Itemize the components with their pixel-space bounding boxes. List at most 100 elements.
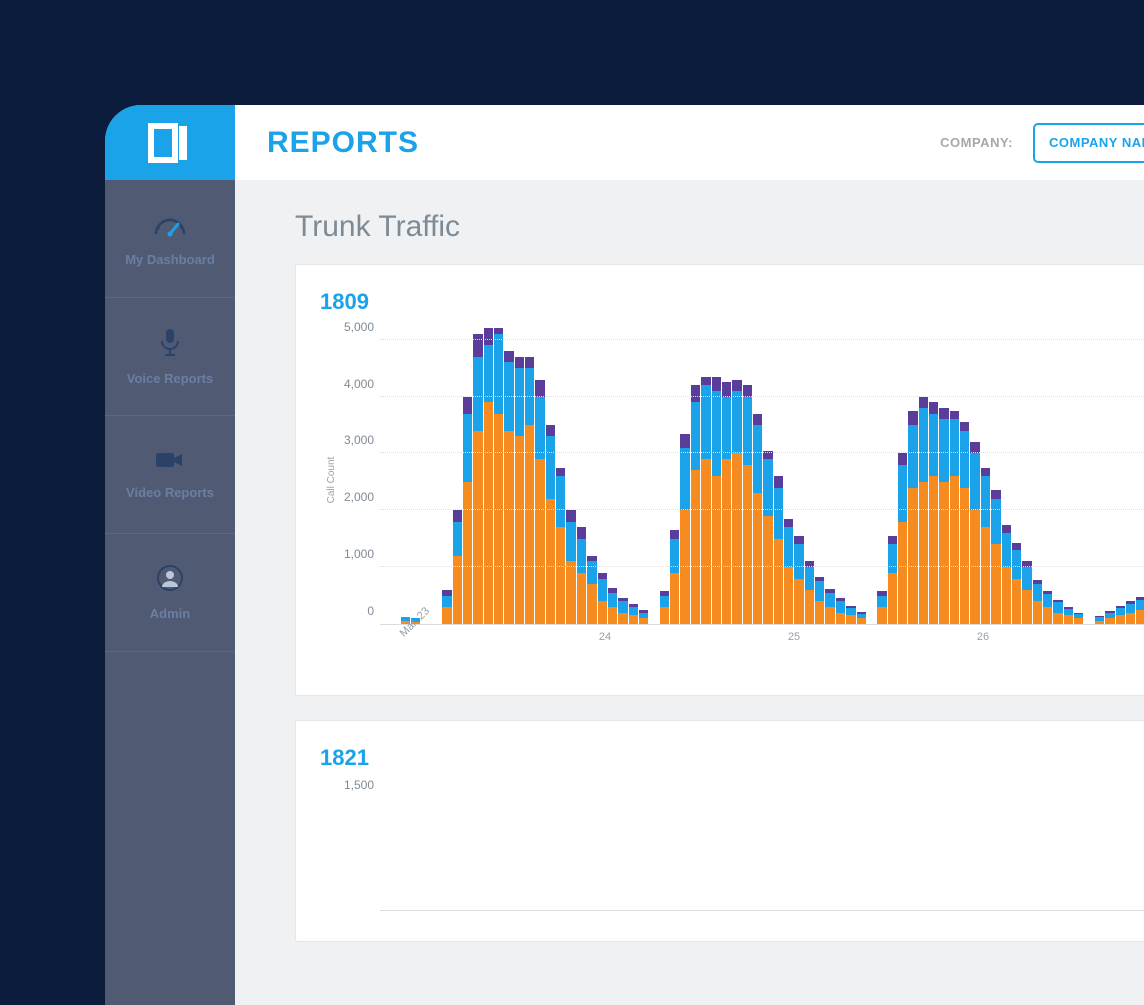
bar-segment-b — [805, 567, 814, 590]
bar — [1002, 525, 1011, 624]
bar-segment-b — [919, 408, 928, 482]
x-tick: 25 — [788, 631, 800, 643]
bar-segment-c — [732, 380, 741, 391]
bar-segment-a — [939, 482, 948, 624]
bar-segment-b — [908, 425, 917, 488]
company-select[interactable]: COMPANY NAME — [1033, 123, 1144, 163]
bar-segment-b — [825, 593, 834, 607]
bar-segment-a — [1136, 610, 1144, 624]
bar-segment-b — [1116, 608, 1125, 615]
bar-segment-b — [680, 448, 689, 511]
y-tick: 2,000 — [344, 490, 374, 504]
bar-segment-c — [453, 510, 462, 521]
bar — [1074, 613, 1083, 624]
bar-segment-c — [525, 357, 534, 368]
bar — [836, 598, 845, 624]
bar-segment-a — [535, 459, 544, 624]
y-tick: 1,500 — [344, 778, 374, 792]
bar-segment-a — [1012, 579, 1021, 624]
bar-segment-b — [535, 397, 544, 460]
bar-segment-b — [577, 539, 586, 573]
gridline — [380, 339, 1144, 340]
bar — [763, 451, 772, 624]
bar-segment-b — [1033, 584, 1042, 601]
bar-segment-c — [1012, 543, 1021, 550]
bar-segment-a — [546, 499, 555, 624]
sidebar-item-video[interactable]: Video Reports — [105, 416, 235, 534]
bar — [473, 334, 482, 624]
bar-segment-a — [618, 613, 627, 624]
logo[interactable] — [105, 105, 235, 180]
bar-segment-c — [908, 411, 917, 425]
plot-area — [380, 791, 1144, 911]
bar — [577, 527, 586, 624]
bar-segment-a — [825, 607, 834, 624]
bar-segment-c — [722, 382, 731, 396]
bar — [970, 442, 979, 624]
bar-segment-a — [815, 601, 824, 624]
bar — [1022, 561, 1031, 624]
bar-segment-b — [494, 334, 503, 414]
bar — [494, 328, 503, 624]
bar-segment-b — [473, 357, 482, 431]
sidebar-item-label: Video Reports — [126, 485, 214, 500]
bar-segment-a — [577, 573, 586, 624]
bar-segment-b — [660, 596, 669, 607]
bar-segment-b — [753, 425, 762, 493]
gridline — [380, 396, 1144, 397]
bar-segment-c — [939, 408, 948, 419]
bar — [629, 604, 638, 624]
plot-area — [380, 335, 1144, 625]
bar — [598, 573, 607, 624]
bar-segment-a — [1043, 607, 1052, 624]
sidebar-item-dashboard[interactable]: My Dashboard — [105, 180, 235, 298]
bar-segment-b — [981, 476, 990, 527]
bar-segment-c — [463, 397, 472, 414]
bar-segment-b — [774, 488, 783, 539]
bar-segment-c — [712, 377, 721, 391]
bar-segment-b — [1012, 550, 1021, 578]
bar-segment-b — [794, 544, 803, 578]
bar-segment-a — [712, 476, 721, 624]
bar — [722, 382, 731, 624]
sidebar-item-label: Voice Reports — [127, 371, 213, 386]
sidebar-item-admin[interactable]: Admin — [105, 534, 235, 652]
bars-container — [380, 335, 1144, 624]
bar-segment-a — [929, 476, 938, 624]
bar-segment-c — [784, 519, 793, 528]
video-icon — [154, 449, 186, 471]
bar-segment-c — [484, 328, 493, 345]
bar — [939, 408, 948, 624]
chart-1809: Call Count 01,0002,0003,0004,0005,000 Lo… — [320, 335, 1144, 665]
bar — [991, 490, 1000, 624]
bar-segment-c — [991, 490, 1000, 499]
bar-segment-b — [566, 522, 575, 562]
y-tick: 4,000 — [344, 377, 374, 391]
app-window: My Dashboard Voice Reports Video Rep — [105, 105, 1144, 1005]
bar — [442, 590, 451, 624]
bar-segment-b — [598, 579, 607, 602]
bar-segment-b — [587, 561, 596, 584]
bar-segment-c — [546, 425, 555, 436]
bar-segment-b — [888, 544, 897, 572]
bar — [691, 385, 700, 624]
bar-segment-b — [712, 391, 721, 476]
bar-segment-b — [463, 414, 472, 482]
bar-segment-c — [898, 453, 907, 464]
bar — [815, 577, 824, 624]
bar-segment-c — [919, 397, 928, 408]
bar-segment-c — [794, 536, 803, 545]
company-label: COMPANY: — [940, 135, 1013, 150]
bar-segment-a — [753, 493, 762, 624]
bar-segment-b — [763, 459, 772, 516]
bar-segment-c — [960, 422, 969, 431]
sidebar-item-voice[interactable]: Voice Reports — [105, 298, 235, 416]
bar-segment-a — [722, 459, 731, 624]
bar-segment-a — [1116, 615, 1125, 624]
bar-segment-a — [525, 425, 534, 624]
section-header: Trunk Traffic — [295, 210, 1144, 244]
bar — [701, 377, 710, 624]
chart-card-1809: 1809 Call Count 01,0002,0003,0004,0005,0… — [295, 264, 1144, 696]
bar-segment-a — [919, 482, 928, 624]
bar-segment-c — [577, 527, 586, 538]
